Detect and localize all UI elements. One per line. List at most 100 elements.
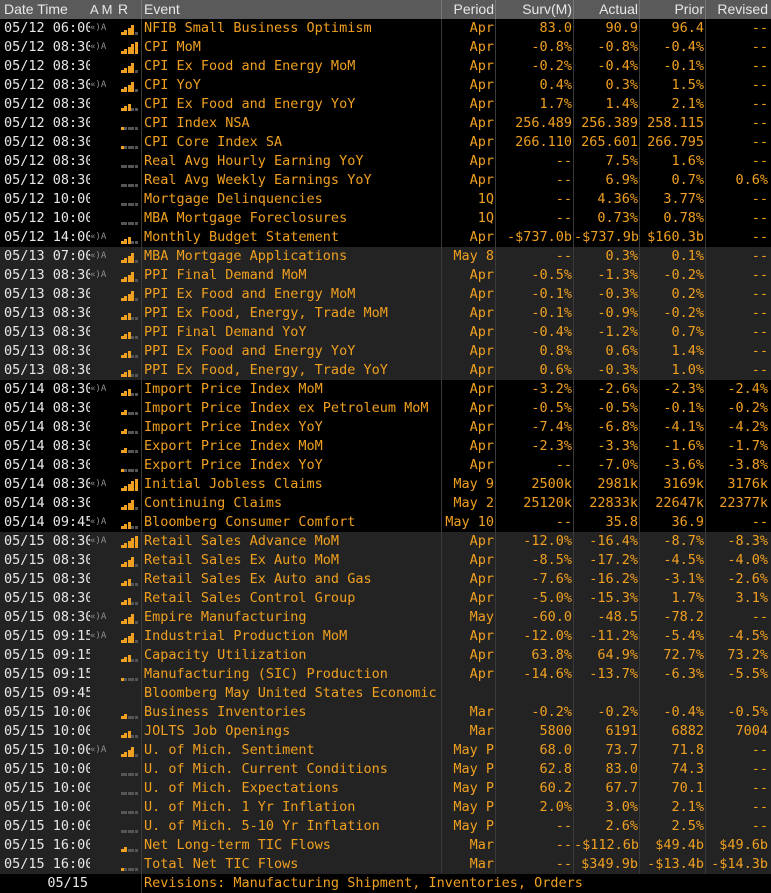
alert-bell-icon[interactable] (90, 589, 116, 608)
event-name[interactable]: CPI Ex Food and Energy YoY (144, 95, 442, 114)
table-row[interactable]: 05/15 10:00 Business Inventories Mar -0.2% -… (0, 703, 771, 722)
table-row[interactable]: 05/12 10:00 MBA Mortgage Foreclosures 1Q --… (0, 209, 771, 228)
event-name[interactable]: Import Price Index MoM (144, 380, 442, 399)
event-name[interactable]: Monthly Budget Statement (144, 228, 442, 247)
table-row[interactable]: 05/15 09:15 Capacity Utilization Apr 63.8% 6… (0, 646, 771, 665)
alert-bell-icon[interactable] (90, 323, 116, 342)
alert-bell-icon[interactable] (90, 494, 116, 513)
event-name[interactable]: U. of Mich. 5-10 Yr Inflation (144, 817, 442, 836)
event-name[interactable]: Capacity Utilization (144, 646, 442, 665)
alert-bell-icon[interactable]: «)A (90, 228, 116, 247)
table-row[interactable]: 05/15 09:15 «)A Industrial Production MoM A… (0, 627, 771, 646)
event-name[interactable]: Bloomberg Consumer Comfort (144, 513, 442, 532)
alert-bell-icon[interactable]: «)A (90, 266, 116, 285)
event-name[interactable]: Empire Manufacturing (144, 608, 442, 627)
table-row[interactable]: 05/12 08:30 CPI Core Index SA Apr 266.110 26… (0, 133, 771, 152)
table-row[interactable]: 05/14 08:30 Export Price Index MoM Apr -2.3… (0, 437, 771, 456)
alert-bell-icon[interactable] (90, 361, 116, 380)
event-name[interactable]: PPI Final Demand MoM (144, 266, 442, 285)
alert-bell-icon[interactable] (90, 171, 116, 190)
table-row[interactable]: 05/14 08:30 Export Price Index YoY Apr -- -7… (0, 456, 771, 475)
table-row[interactable]: 05/12 14:00 «)A Monthly Budget Statement Ap… (0, 228, 771, 247)
header-event[interactable]: Event (144, 0, 442, 19)
alert-bell-icon[interactable] (90, 779, 116, 798)
alert-bell-icon[interactable]: «)A (90, 741, 116, 760)
table-row[interactable]: 05/15 08:30 Retail Sales Ex Auto MoM Apr -8… (0, 551, 771, 570)
table-row[interactable]: 05/12 08:30 Real Avg Weekly Earnings YoY A… (0, 171, 771, 190)
table-row[interactable]: 05/12 08:30 CPI Ex Food and Energy MoM Apr… (0, 57, 771, 76)
event-name[interactable]: U. of Mich. 1 Yr Inflation (144, 798, 442, 817)
alert-bell-icon[interactable] (90, 722, 116, 741)
alert-bell-icon[interactable]: «)A (90, 38, 116, 57)
header-revised[interactable]: Revised (706, 0, 768, 19)
event-name[interactable]: Initial Jobless Claims (144, 475, 442, 494)
event-name[interactable]: CPI Ex Food and Energy MoM (144, 57, 442, 76)
table-row[interactable]: 05/15 10:00 «)A U. of Mich. Sentiment May P… (0, 741, 771, 760)
event-name[interactable]: CPI Core Index SA (144, 133, 442, 152)
alert-bell-icon[interactable] (90, 703, 116, 722)
event-name[interactable]: Real Avg Weekly Earnings YoY (144, 171, 442, 190)
alert-bell-icon[interactable] (90, 817, 116, 836)
table-row[interactable]: 05/12 08:30 Real Avg Hourly Earning YoY Ap… (0, 152, 771, 171)
header-survey[interactable]: Surv(M) (496, 0, 572, 19)
table-row[interactable]: 05/14 08:30 Import Price Index YoY Apr -7.4… (0, 418, 771, 437)
header-prior[interactable]: Prior (640, 0, 704, 19)
table-row[interactable]: 05/15 16:00 Net Long-term TIC Flows Mar -- -… (0, 836, 771, 855)
alert-bell-icon[interactable] (90, 418, 116, 437)
table-row[interactable]: 05/15 Revisions: Manufacturing Shipment, … (0, 874, 771, 893)
table-row[interactable]: 05/14 08:30 Continuing Claims May 2 25120k 2… (0, 494, 771, 513)
event-name[interactable]: Retail Sales Control Group (144, 589, 442, 608)
alert-bell-icon[interactable] (90, 570, 116, 589)
event-name[interactable]: PPI Ex Food and Energy YoY (144, 342, 442, 361)
alert-bell-icon[interactable]: «)A (90, 247, 116, 266)
alert-bell-icon[interactable] (90, 437, 116, 456)
event-name[interactable]: Continuing Claims (144, 494, 442, 513)
event-name[interactable]: Real Avg Hourly Earning YoY (144, 152, 442, 171)
alert-bell-icon[interactable]: «)A (90, 19, 116, 38)
alert-bell-icon[interactable] (90, 285, 116, 304)
alert-bell-icon[interactable] (90, 342, 116, 361)
event-name[interactable]: Net Long-term TIC Flows (144, 836, 442, 855)
event-name[interactable]: PPI Ex Food, Energy, Trade YoY (144, 361, 442, 380)
table-row[interactable]: 05/13 08:30 PPI Ex Food, Energy, Trade Yo… (0, 361, 771, 380)
alert-bell-icon[interactable] (90, 152, 116, 171)
event-name[interactable]: Export Price Index MoM (144, 437, 442, 456)
event-name[interactable]: PPI Final Demand YoY (144, 323, 442, 342)
alert-bell-icon[interactable] (90, 855, 116, 874)
alert-bell-icon[interactable] (90, 399, 116, 418)
table-row[interactable]: 05/15 09:45 Bloomberg May United States E… (0, 684, 771, 703)
header-actual[interactable]: Actual (574, 0, 638, 19)
table-row[interactable]: 05/13 08:30 «)A PPI Final Demand MoM Apr -0.… (0, 266, 771, 285)
alert-bell-icon[interactable] (90, 209, 116, 228)
alert-bell-icon[interactable] (90, 684, 116, 703)
event-name[interactable]: MBA Mortgage Foreclosures (144, 209, 442, 228)
alert-bell-icon[interactable] (90, 95, 116, 114)
alert-bell-icon[interactable]: «)A (90, 76, 116, 95)
alert-bell-icon[interactable]: «)A (90, 513, 116, 532)
table-row[interactable]: 05/14 08:30 Import Price Index ex Petrole… (0, 399, 771, 418)
table-row[interactable]: 05/15 08:30 Retail Sales Ex Auto and Gas A… (0, 570, 771, 589)
alert-bell-icon[interactable] (90, 133, 116, 152)
table-row[interactable]: 05/12 06:00 «)A NFIB Small Business Optimi… (0, 19, 771, 38)
table-row[interactable]: 05/13 08:30 PPI Ex Food and Energy MoM Apr… (0, 285, 771, 304)
table-row[interactable]: 05/15 08:30 «)A Retail Sales Advance MoM Ap… (0, 532, 771, 551)
table-row[interactable]: 05/12 10:00 Mortgage Delinquencies 1Q -- 4.3… (0, 190, 771, 209)
event-name[interactable]: Bloomberg May United States Economic Sur… (144, 684, 442, 703)
event-name[interactable]: U. of Mich. Expectations (144, 779, 442, 798)
table-row[interactable]: 05/15 10:00 U. of Mich. Expectations May P… (0, 779, 771, 798)
event-name[interactable]: CPI Index NSA (144, 114, 442, 133)
event-name[interactable]: Retail Sales Ex Auto and Gas (144, 570, 442, 589)
table-row[interactable]: 05/13 08:30 PPI Final Demand YoY Apr -0.4% -… (0, 323, 771, 342)
event-name[interactable]: U. of Mich. Sentiment (144, 741, 442, 760)
alert-bell-icon[interactable] (90, 760, 116, 779)
event-name[interactable]: Business Inventories (144, 703, 442, 722)
table-row[interactable]: 05/14 08:30 «)A Initial Jobless Claims May … (0, 475, 771, 494)
event-name[interactable]: JOLTS Job Openings (144, 722, 442, 741)
event-name[interactable]: NFIB Small Business Optimism (144, 19, 442, 38)
event-name[interactable]: MBA Mortgage Applications (144, 247, 442, 266)
event-name[interactable]: Retail Sales Advance MoM (144, 532, 442, 551)
alert-bell-icon[interactable]: «)A (90, 475, 116, 494)
alert-bell-icon[interactable]: «)A (90, 627, 116, 646)
table-row[interactable]: 05/15 10:00 U. of Mich. 1 Yr Inflation May… (0, 798, 771, 817)
header-date-time[interactable]: Date Time (4, 0, 90, 19)
